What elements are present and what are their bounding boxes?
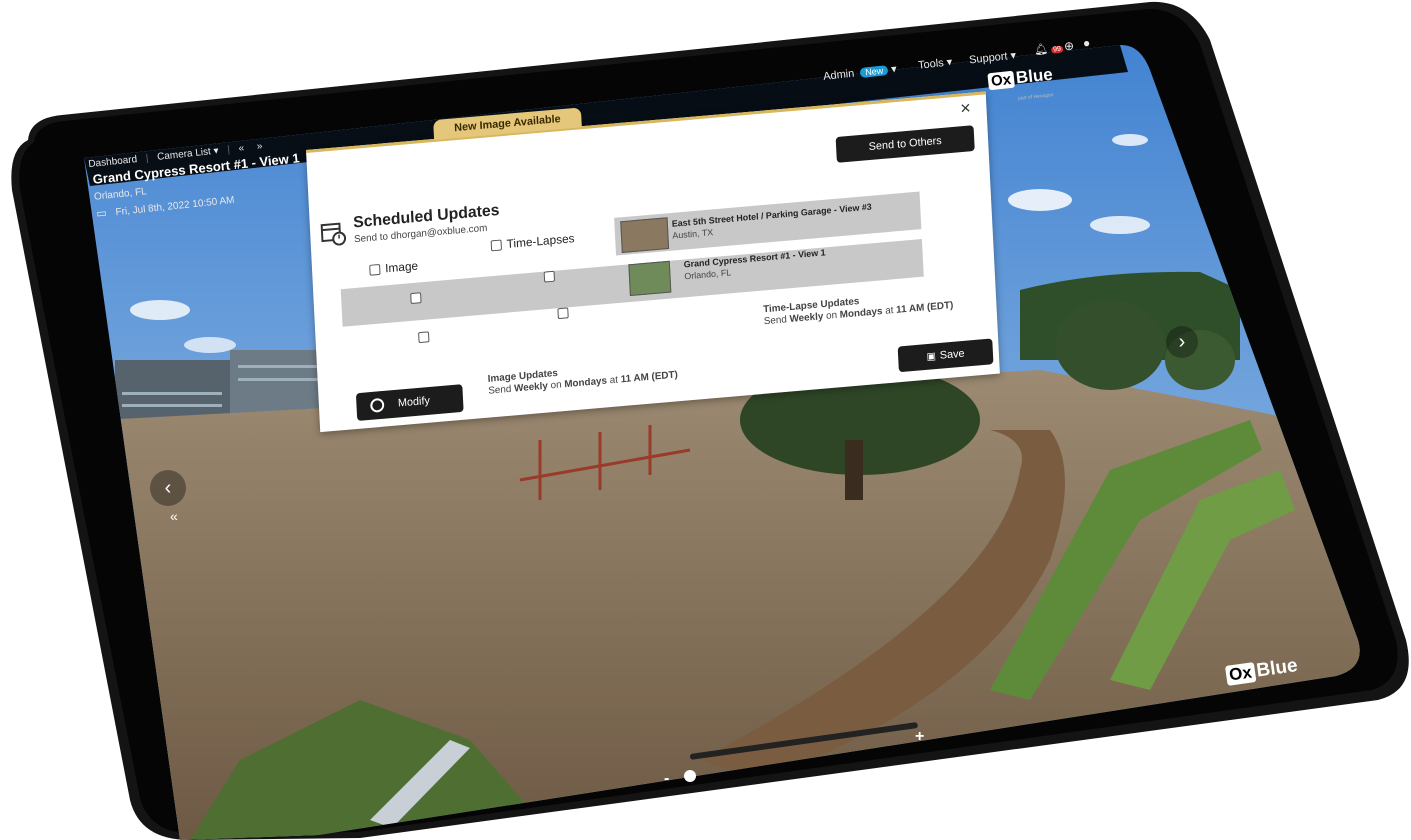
- row1-timelapse-checkbox[interactable]: [543, 270, 556, 283]
- image-updates-frequency: Weekly: [513, 380, 549, 395]
- image-updates-day: Mondays: [564, 375, 608, 391]
- zoom-out-button[interactable]: -: [664, 770, 669, 788]
- row1-image-checkbox[interactable]: [410, 292, 422, 305]
- timelapse-updates-frequency: Weekly: [789, 311, 824, 326]
- chevron-down-icon: ▾: [1009, 49, 1017, 63]
- image-updates-on: on: [550, 379, 562, 392]
- timelapses-column-label: Time-Lapses: [506, 231, 575, 251]
- modify-label: Modify: [397, 394, 431, 410]
- nav-divider: |: [145, 152, 150, 165]
- modify-button[interactable]: Modify: [355, 384, 464, 421]
- camera-thumbnail: [628, 260, 672, 297]
- timelapses-select-all-checkbox[interactable]: [490, 239, 502, 251]
- new-badge: New: [859, 65, 889, 78]
- next-camera-button[interactable]: »: [256, 141, 263, 153]
- camera-thumbnail: [620, 217, 670, 253]
- globe-icon[interactable]: ⊕: [1064, 39, 1074, 53]
- brand-logo-text: Blue: [1014, 64, 1054, 88]
- scheduled-updates-modal: New Image Available × Send to Others Sch…: [306, 91, 1000, 433]
- timelapse-updates-on: on: [825, 310, 838, 322]
- close-icon[interactable]: ×: [960, 98, 971, 120]
- image-column-label: Image: [384, 258, 419, 276]
- prev-camera-button[interactable]: «: [238, 143, 245, 155]
- timelapse-updates-send: Send: [763, 314, 788, 328]
- nav-divider: |: [226, 144, 231, 156]
- image-updates-at: at: [609, 374, 619, 387]
- timelapse-updates-at: at: [884, 305, 894, 317]
- notification-count-badge: 99: [1050, 45, 1064, 54]
- timelapse-updates-day: Mondays: [839, 306, 883, 321]
- chevron-down-icon: ▾: [212, 145, 220, 157]
- floppy-icon: ▣: [926, 350, 937, 363]
- image-updates-time: 11 AM (EDT): [620, 369, 679, 386]
- image-updates-send: Send: [488, 383, 512, 397]
- image-select-all-checkbox[interactable]: [369, 263, 381, 276]
- bell-icon: 🔔︎: [1033, 43, 1049, 57]
- save-button[interactable]: ▣ Save: [897, 338, 994, 373]
- watermark-mark: Ox: [1224, 662, 1257, 686]
- zoom-in-button[interactable]: +: [915, 728, 924, 746]
- chevron-down-icon: ▾: [946, 56, 953, 69]
- user-icon[interactable]: ●: [1083, 36, 1090, 50]
- rewind-icon[interactable]: «: [170, 508, 178, 524]
- calendar-icon: ▭: [95, 207, 108, 221]
- chevron-down-icon: ▾: [890, 63, 898, 76]
- brand-logo-mark: Ox: [987, 70, 1015, 90]
- row2-image-checkbox[interactable]: [418, 331, 430, 344]
- timelapse-updates-time: 11 AM (EDT): [895, 299, 954, 316]
- save-label: Save: [939, 347, 965, 362]
- row2-timelapse-checkbox[interactable]: [557, 307, 569, 320]
- timelapses-column-header[interactable]: Time-Lapses: [490, 231, 575, 252]
- image-column-header[interactable]: Image: [369, 259, 418, 277]
- zoom-slider-handle[interactable]: [684, 770, 696, 782]
- calendar-clock-icon: [320, 219, 347, 247]
- send-to-others-button[interactable]: Send to Others: [835, 125, 975, 163]
- clock-icon: [370, 397, 385, 413]
- next-image-button[interactable]: ›: [1166, 326, 1198, 358]
- previous-image-button[interactable]: ‹: [150, 470, 186, 506]
